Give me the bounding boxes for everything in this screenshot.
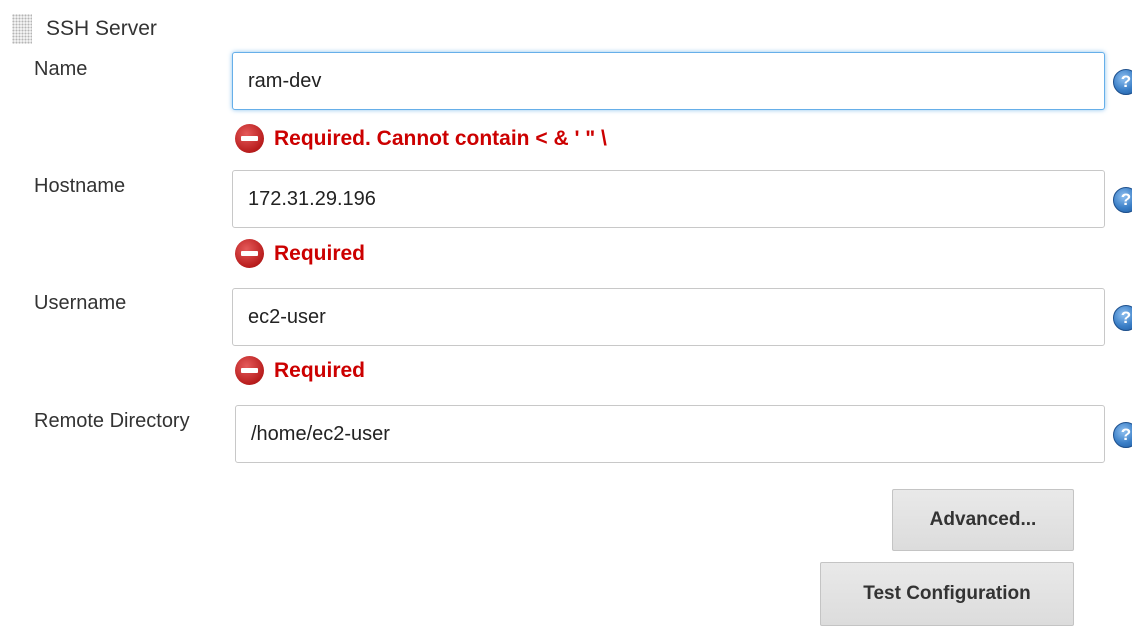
remote-directory-input[interactable] xyxy=(235,405,1105,463)
username-label: Username xyxy=(34,292,127,314)
hostname-help-icon[interactable]: ? xyxy=(1113,187,1132,213)
error-icon xyxy=(235,239,264,268)
hostname-error: Required xyxy=(235,239,365,268)
error-icon xyxy=(235,124,264,153)
name-help-icon[interactable]: ? xyxy=(1113,69,1132,95)
username-input[interactable] xyxy=(232,288,1105,346)
advanced-button[interactable]: Advanced... xyxy=(892,489,1074,551)
section-header: SSH Server xyxy=(12,14,157,44)
hostname-error-text: Required xyxy=(274,241,366,265)
remote-directory-label: Remote Directory xyxy=(34,410,190,432)
hostname-label: Hostname xyxy=(34,175,126,197)
test-configuration-button[interactable]: Test Configuration xyxy=(820,562,1074,626)
section-title: SSH Server xyxy=(46,17,157,40)
username-error-text: Required xyxy=(274,358,366,382)
username-help-icon[interactable]: ? xyxy=(1113,305,1132,331)
name-label: Name xyxy=(34,58,88,80)
hostname-input[interactable] xyxy=(232,170,1105,228)
error-icon xyxy=(235,356,264,385)
name-error-text: Required. Cannot contain < & ' " \ xyxy=(274,126,607,150)
name-error: Required. Cannot contain < & ' " \ xyxy=(235,124,607,153)
username-error: Required xyxy=(235,356,365,385)
drag-handle-icon[interactable] xyxy=(12,14,32,44)
name-input[interactable] xyxy=(232,52,1105,110)
remote-directory-help-icon[interactable]: ? xyxy=(1113,422,1132,448)
